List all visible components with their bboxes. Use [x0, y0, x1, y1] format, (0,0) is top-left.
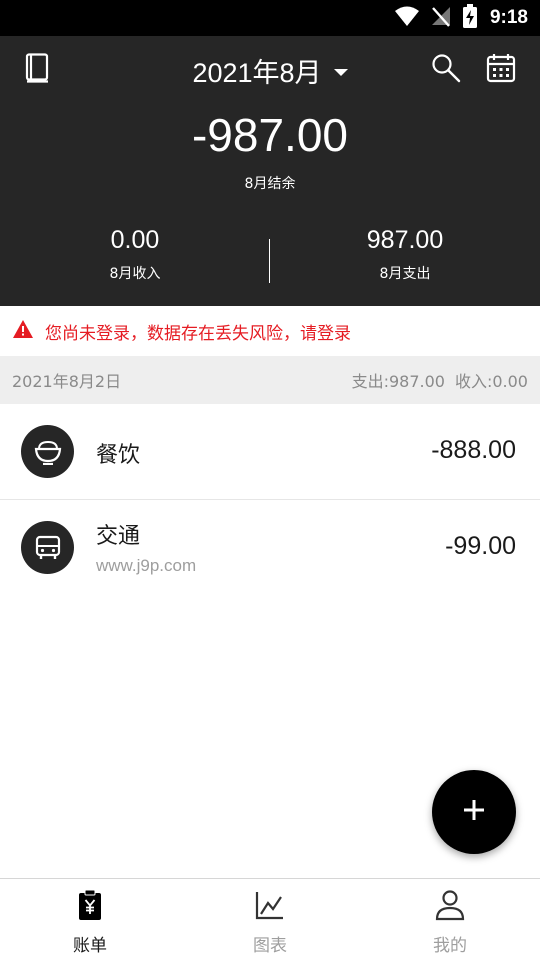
- transaction-note: www.j9p.com: [96, 556, 197, 575]
- expense-value: 987.00: [366, 226, 444, 254]
- expense-stat: 987.00 8月支出: [270, 226, 540, 283]
- transaction-category: 交通: [96, 524, 141, 549]
- wifi-icon: [394, 5, 420, 31]
- balance-label: 8月结余: [244, 176, 296, 192]
- status-icons: 9:18: [394, 0, 528, 36]
- income-stat: 0.00 8月收入: [0, 226, 270, 283]
- app-screen: 9:18 2021年8月 -987.00 8月结余 0.00 8月收入 987.…: [0, 0, 540, 960]
- day-date: 2021年8月2日: [12, 372, 122, 391]
- tab-bills[interactable]: 账单: [0, 879, 180, 960]
- summary-header: 2021年8月 -987.00 8月结余 0.00 8月收入 987.00 8月…: [0, 36, 540, 306]
- person-icon: [435, 889, 465, 925]
- warning-text: 您尚未登录，数据存在丢失风险，请登录: [45, 323, 351, 344]
- transaction-amount: -99.00: [445, 532, 516, 560]
- transaction-category: 餐饮: [96, 443, 141, 468]
- bottom-nav: 账单 图表 我的: [0, 878, 540, 960]
- add-transaction-button[interactable]: [432, 770, 516, 854]
- calendar-icon[interactable]: [483, 50, 519, 86]
- transaction-row[interactable]: 交通 www.j9p.com -99.00: [0, 500, 540, 596]
- day-income-summary: 收入:0.00: [454, 372, 528, 391]
- bill-icon: [77, 889, 103, 925]
- month-label: 2021年8月: [192, 57, 322, 88]
- day-group-header: 2021年8月2日 支出:987.00 收入:0.00: [0, 356, 540, 404]
- signal-off-icon: [430, 5, 452, 31]
- bus-icon: [21, 521, 74, 574]
- tab-profile[interactable]: 我的: [360, 879, 540, 960]
- expense-label: 8月支出: [379, 266, 431, 282]
- tab-bills-label: 账单: [73, 936, 107, 956]
- status-bar: 9:18: [0, 0, 540, 36]
- login-warning-banner[interactable]: 您尚未登录，数据存在丢失风险，请登录: [0, 306, 540, 356]
- chart-icon: [255, 889, 285, 925]
- search-icon[interactable]: [428, 50, 464, 86]
- rice-bowl-icon: [21, 425, 74, 478]
- day-summary: 支出:987.00 收入:0.00: [352, 368, 528, 392]
- battery-charging-icon: [462, 4, 478, 32]
- balance-amount: -987.00: [191, 109, 348, 161]
- transaction-list: 餐饮 -888.00 交通 www.j9p.com -99.00: [0, 404, 540, 596]
- day-expense-summary: 支出:987.00: [351, 372, 445, 391]
- tab-charts[interactable]: 图表: [180, 879, 360, 960]
- warning-icon: [13, 320, 33, 342]
- tab-charts-label: 图表: [253, 936, 287, 956]
- income-label: 8月收入: [109, 266, 161, 282]
- transaction-row[interactable]: 餐饮 -888.00: [0, 404, 540, 500]
- tab-profile-label: 我的: [433, 936, 467, 956]
- transaction-amount: -888.00: [431, 436, 516, 464]
- status-time: 9:18: [489, 7, 528, 28]
- plus-icon: [462, 798, 486, 826]
- income-value: 0.00: [110, 226, 160, 254]
- chevron-down-icon: [333, 68, 348, 76]
